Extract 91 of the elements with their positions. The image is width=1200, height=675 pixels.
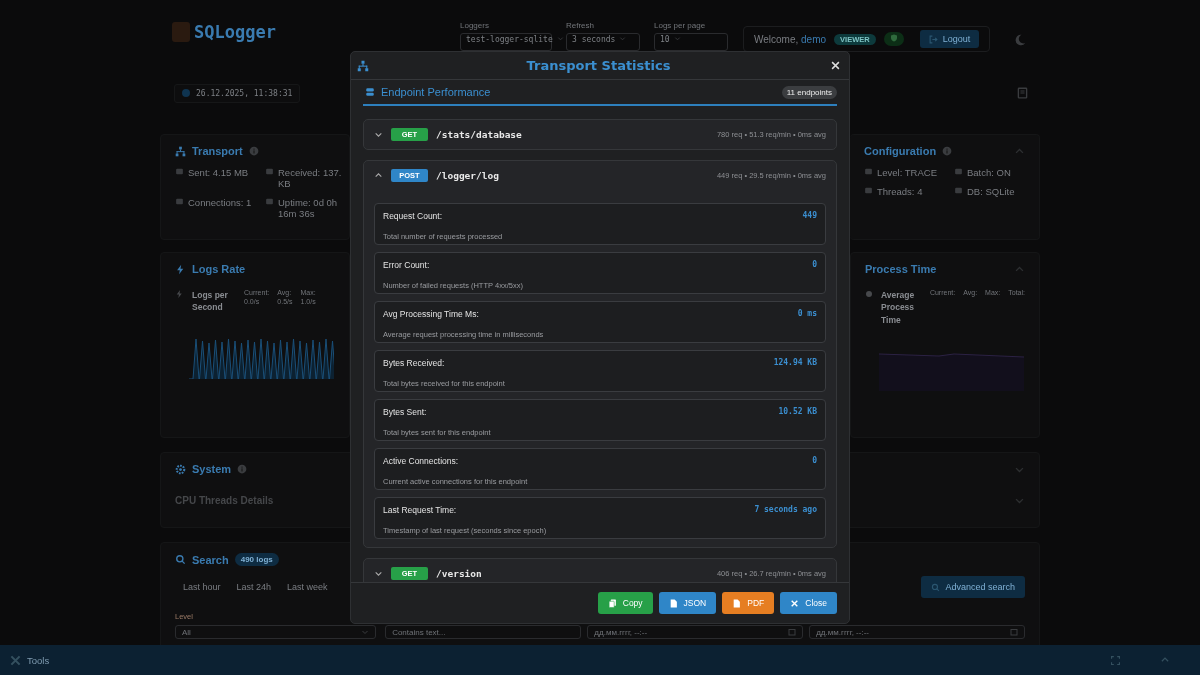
pdf-button[interactable]: PDF bbox=[722, 592, 775, 614]
info-icon[interactable] bbox=[248, 146, 259, 156]
chart-heading: Average Process Time bbox=[881, 289, 916, 326]
chevron-down-icon bbox=[673, 35, 681, 42]
shield-icon bbox=[889, 34, 898, 42]
info-icon[interactable] bbox=[942, 146, 953, 156]
endpoint-path: /logger/log bbox=[436, 170, 500, 181]
search-icon bbox=[931, 582, 941, 592]
copy-button[interactable]: Copy bbox=[597, 592, 653, 614]
gear-icon bbox=[175, 463, 186, 475]
field-label: Loggers bbox=[460, 21, 490, 30]
chevron-down-icon bbox=[619, 35, 627, 42]
logout-icon bbox=[928, 34, 938, 44]
section-title: Endpoint Performance bbox=[381, 86, 492, 98]
date-field[interactable]: дд.мм.гггг, --:-- bbox=[809, 625, 1025, 639]
date-field[interactable]: дд.мм.гггг, --:-- bbox=[587, 625, 804, 639]
metric-value: 7 seconds ago bbox=[754, 505, 817, 516]
card-title: Logs Rate bbox=[192, 263, 246, 275]
select-field[interactable]: 10 bbox=[654, 33, 728, 51]
search-icon bbox=[175, 554, 186, 565]
clock-text: 26.12.2025, 11:38:31 bbox=[196, 88, 293, 98]
file-icon bbox=[732, 598, 742, 608]
json-button[interactable]: JSON bbox=[658, 592, 717, 614]
close-icon bbox=[790, 598, 800, 608]
field-label: Logs per page bbox=[654, 21, 707, 30]
select-field[interactable]: All bbox=[175, 625, 377, 639]
text-field[interactable]: Contains text... bbox=[385, 625, 582, 639]
count-badge: 11 endpoints bbox=[781, 85, 837, 99]
network-icon bbox=[357, 59, 369, 72]
stat-text: Level: TRACE bbox=[877, 167, 938, 178]
metric-label: Avg Processing Time Ms: bbox=[383, 309, 480, 321]
logout-button[interactable]: Logout bbox=[919, 30, 980, 48]
chart-heading: Logs per Second bbox=[192, 289, 229, 314]
stat-text: Threads: 4 bbox=[877, 186, 924, 197]
file-icon bbox=[668, 598, 678, 608]
metric-label: Bytes Received: bbox=[383, 358, 446, 370]
metric-value: 0 bbox=[812, 260, 817, 271]
app-logo: SQLogger bbox=[194, 22, 276, 42]
chevron-up-icon[interactable] bbox=[1160, 655, 1170, 665]
section-title: CPU Threads Details bbox=[175, 495, 274, 506]
metric-value: 0 ms bbox=[797, 309, 817, 320]
bolt-icon bbox=[175, 263, 186, 275]
metric-value: 10.52 KB bbox=[778, 407, 817, 418]
copy-icon bbox=[607, 598, 617, 608]
metric-value: 449 bbox=[802, 211, 817, 222]
close-button[interactable]: Close bbox=[780, 592, 837, 614]
stat-text: Sent: 4.15 MB bbox=[188, 167, 250, 178]
field-label: Refresh bbox=[566, 21, 595, 30]
stat-text: Uptime: 0d 0h 16m 36s bbox=[278, 197, 339, 219]
metric-label: Active Connections: bbox=[383, 456, 460, 468]
range-button[interactable]: Last week bbox=[279, 576, 336, 598]
expand-icon[interactable] bbox=[1111, 655, 1120, 665]
metric-label: Error Count: bbox=[383, 260, 431, 272]
metric-label: Last Request Time: bbox=[383, 505, 458, 517]
card-title: Configuration bbox=[864, 145, 937, 157]
card-title: System bbox=[192, 463, 232, 475]
welcome-text: Welcome, demo bbox=[754, 33, 827, 45]
logo-icon bbox=[172, 22, 190, 42]
stat-text: DB: SQLite bbox=[967, 186, 1016, 197]
advanced-search-button[interactable]: Advanced search bbox=[921, 576, 1025, 598]
metric-label: Request Count: bbox=[383, 211, 444, 223]
card-title: Transport bbox=[192, 145, 243, 157]
chevron-down-icon bbox=[556, 35, 564, 42]
info-icon[interactable] bbox=[237, 464, 248, 474]
stat-text: Received: 137. KB bbox=[278, 167, 343, 189]
calendar-icon bbox=[1010, 628, 1018, 636]
card-title: Process Time bbox=[865, 263, 937, 275]
select-field[interactable]: 3 seconds bbox=[566, 33, 640, 51]
chevron-down-icon bbox=[374, 569, 383, 578]
endpoint-path: /version bbox=[436, 568, 483, 579]
stat-text: Batch: ON bbox=[967, 167, 1012, 178]
tools-label: Tools bbox=[27, 654, 50, 666]
chevron-up-icon bbox=[374, 171, 383, 180]
book-icon[interactable] bbox=[1017, 87, 1028, 99]
metric-label: Bytes Sent: bbox=[383, 407, 428, 419]
metric-value: 124.94 KB bbox=[773, 358, 817, 369]
modal-title: Transport Statistics bbox=[525, 58, 672, 73]
calendar-icon bbox=[788, 628, 797, 636]
card-title: Search bbox=[192, 553, 229, 566]
endpoint-path: /stats/database bbox=[436, 129, 523, 140]
range-button[interactable]: Last 24h bbox=[228, 576, 280, 598]
range-button[interactable]: Last hour bbox=[175, 576, 229, 598]
stat-text: Connections: 1 bbox=[188, 197, 253, 208]
status-dot-icon bbox=[182, 89, 190, 97]
close-icon bbox=[831, 61, 840, 70]
bolt-icon bbox=[175, 289, 184, 299]
metric-value: 0 bbox=[812, 456, 817, 467]
chevron-down-icon bbox=[374, 130, 383, 139]
moon-icon[interactable] bbox=[1014, 34, 1026, 46]
network-icon bbox=[175, 145, 186, 157]
count-badge: 490 logs bbox=[234, 553, 279, 566]
